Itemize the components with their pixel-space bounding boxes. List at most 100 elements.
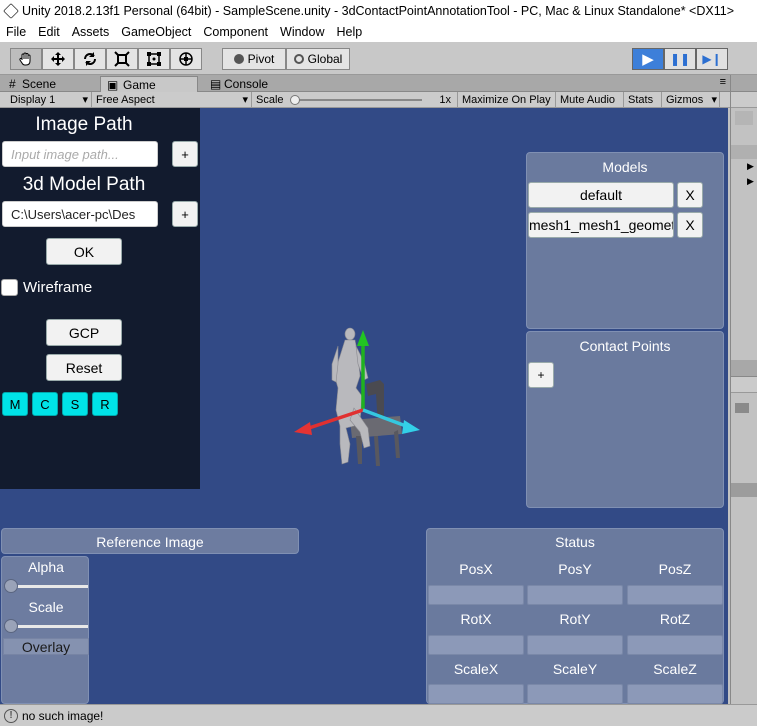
menu-component[interactable]: Component bbox=[197, 25, 274, 39]
pos-z-field[interactable] bbox=[627, 585, 723, 605]
ok-button[interactable]: OK bbox=[46, 238, 122, 265]
remove-model-default-button[interactable]: X bbox=[677, 182, 703, 208]
editor-tab-bar: # Scene ▣ Game ▤ Console ≡ bbox=[0, 75, 730, 92]
global-toggle[interactable]: Global bbox=[286, 48, 350, 70]
menu-help[interactable]: Help bbox=[330, 25, 368, 39]
pos-x-field[interactable] bbox=[428, 585, 524, 605]
tab-scene[interactable]: # Scene bbox=[6, 76, 96, 92]
scale-slider-thumb[interactable] bbox=[4, 619, 18, 633]
gcp-button[interactable]: GCP bbox=[46, 319, 122, 346]
contact-points-title: Contact Points bbox=[579, 338, 671, 354]
pause-icon: ❚❚ bbox=[669, 52, 691, 66]
tab-game-label: Game bbox=[123, 78, 156, 92]
mode-move-button[interactable]: M bbox=[2, 392, 28, 416]
window-title: Unity 2018.2.13f1 Personal (64bit) - Sam… bbox=[22, 4, 734, 18]
reference-image-controls: Alpha Scale Overlay bbox=[1, 556, 89, 704]
global-label: Global bbox=[307, 52, 343, 66]
scale-value: 1x bbox=[439, 94, 451, 106]
scale-y-field[interactable] bbox=[527, 684, 623, 704]
mode-rotate-button[interactable]: R bbox=[92, 392, 118, 416]
scene-model-with-gizmo[interactable] bbox=[288, 324, 428, 470]
menu-file[interactable]: File bbox=[0, 25, 32, 39]
add-contact-point-button[interactable]: + bbox=[528, 362, 554, 388]
aspect-dropdown[interactable]: Free Aspect ▾ bbox=[92, 92, 252, 108]
hand-tool-button[interactable] bbox=[10, 48, 42, 70]
image-path-input[interactable]: Input image path... bbox=[2, 141, 158, 167]
rot-y-label: RotY bbox=[559, 611, 591, 627]
pos-y-label: PosY bbox=[558, 561, 592, 577]
game-view[interactable]: Image Path Input image path... + 3d Mode… bbox=[0, 108, 728, 704]
scale-tool-button[interactable] bbox=[106, 48, 138, 70]
model-path-add-button[interactable]: + bbox=[172, 201, 198, 227]
rect-transform-icon bbox=[147, 52, 161, 66]
model-item-default[interactable]: default bbox=[528, 182, 674, 208]
gizmos-dropdown[interactable]: Gizmos ▾ bbox=[662, 92, 720, 108]
maximize-on-play-toggle[interactable]: Maximize On Play bbox=[458, 92, 556, 108]
scale-slider-track[interactable] bbox=[294, 99, 422, 101]
transform-tool-button[interactable] bbox=[170, 48, 202, 70]
menu-bar: File Edit Assets GameObject Component Wi… bbox=[0, 22, 757, 42]
alpha-slider-track[interactable] bbox=[6, 585, 88, 588]
pivot-label: Pivot bbox=[247, 52, 275, 66]
alpha-slider-thumb[interactable] bbox=[4, 579, 18, 593]
tab-console-label: Console bbox=[224, 77, 269, 91]
selected-row[interactable] bbox=[731, 145, 757, 159]
rot-z-label: RotZ bbox=[659, 611, 691, 627]
reference-image-header[interactable]: Reference Image bbox=[1, 528, 299, 554]
mode-contact-button[interactable]: C bbox=[32, 392, 58, 416]
mute-audio-toggle[interactable]: Mute Audio bbox=[556, 92, 624, 108]
step-icon: ▶❙ bbox=[702, 52, 722, 66]
pos-y-field[interactable] bbox=[527, 585, 623, 605]
rotate-tool-button[interactable] bbox=[74, 48, 106, 70]
hierarchy-tab[interactable] bbox=[731, 75, 757, 92]
scene-icon: # bbox=[9, 77, 16, 91]
image-path-title: Image Path bbox=[35, 114, 133, 135]
stats-toggle[interactable]: Stats bbox=[624, 92, 662, 108]
info-icon: ! bbox=[4, 708, 18, 723]
tab-game[interactable]: ▣ Game bbox=[100, 76, 198, 92]
remove-model-mesh1-button[interactable]: X bbox=[677, 212, 703, 238]
scale-slider-track[interactable] bbox=[6, 625, 88, 628]
expand-arrow-icon[interactable]: ▶ bbox=[747, 176, 754, 187]
scale-label: Scale bbox=[28, 599, 64, 615]
chevron-down-icon: ▾ bbox=[82, 94, 88, 106]
scene-row[interactable] bbox=[735, 111, 753, 125]
move-tool-button[interactable] bbox=[42, 48, 74, 70]
image-path-add-button[interactable]: + bbox=[172, 141, 198, 167]
expand-arrow-icon[interactable]: ▶ bbox=[747, 161, 754, 172]
rot-x-label: RotX bbox=[460, 611, 492, 627]
status-message[interactable]: no such image! bbox=[22, 709, 103, 723]
reset-button[interactable]: Reset bbox=[46, 354, 122, 381]
play-button[interactable]: ▶ bbox=[632, 48, 664, 70]
overlay-button[interactable]: Overlay bbox=[3, 638, 89, 655]
menu-assets[interactable]: Assets bbox=[66, 25, 116, 39]
assets-row[interactable] bbox=[731, 483, 757, 497]
step-button[interactable]: ▶❙ bbox=[696, 48, 728, 70]
tab-menu-icon[interactable]: ≡ bbox=[720, 76, 726, 88]
mode-scale-button[interactable]: S bbox=[62, 392, 88, 416]
menu-gameobject[interactable]: GameObject bbox=[115, 25, 197, 39]
folder-icon[interactable] bbox=[735, 403, 749, 413]
display-dropdown[interactable]: Display 1 ▾ bbox=[6, 92, 92, 108]
pause-button[interactable]: ❚❚ bbox=[664, 48, 696, 70]
pivot-toggle[interactable]: Pivot bbox=[222, 48, 286, 70]
rect-tool-button[interactable] bbox=[138, 48, 170, 70]
project-tab[interactable] bbox=[731, 360, 757, 377]
menu-edit[interactable]: Edit bbox=[32, 25, 66, 39]
aspect-value: Free Aspect bbox=[96, 94, 155, 106]
z-axis-arrow-icon bbox=[402, 420, 420, 434]
menu-window[interactable]: Window bbox=[274, 25, 330, 39]
rot-y-field[interactable] bbox=[527, 635, 623, 655]
rot-z-field[interactable] bbox=[627, 635, 723, 655]
wireframe-checkbox[interactable] bbox=[1, 279, 18, 296]
model-path-input[interactable]: C:\Users\acer-pc\Des bbox=[2, 201, 158, 227]
model-item-mesh1[interactable]: mesh1_mesh1_geomet bbox=[528, 212, 674, 238]
scale-x-field[interactable] bbox=[428, 684, 524, 704]
tab-console[interactable]: ▤ Console bbox=[206, 76, 306, 92]
scale-slider-thumb[interactable] bbox=[290, 95, 300, 105]
rot-x-field[interactable] bbox=[428, 635, 524, 655]
scale-icon bbox=[114, 51, 130, 67]
play-icon: ▶ bbox=[642, 51, 654, 68]
scale-z-field[interactable] bbox=[627, 684, 723, 704]
wireframe-label: Wireframe bbox=[23, 279, 93, 296]
